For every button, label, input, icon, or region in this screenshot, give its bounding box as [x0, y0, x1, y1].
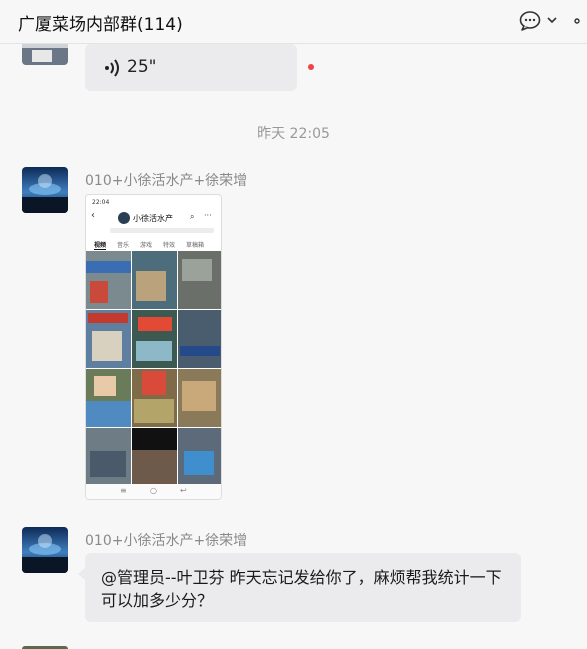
- more-dots-icon: ···: [204, 211, 212, 220]
- sender-name: 010+小徐活水产+徐荣增: [85, 173, 248, 189]
- voice-wave-icon: [105, 59, 119, 77]
- bubble-tail: [78, 568, 85, 580]
- chat-header: 广厦菜场内部群(114): [0, 0, 587, 44]
- message-timestamp: 昨天 22:05: [257, 126, 330, 142]
- phone-tab: 游戏: [140, 242, 153, 249]
- phone-tab: 视频: [94, 242, 107, 250]
- chat-title[interactable]: 广厦菜场内部群(114): [18, 10, 183, 35]
- account-name: 小徐活水产: [133, 214, 173, 223]
- phone-tab: 特效: [163, 242, 176, 249]
- phone-search-bar: [110, 228, 214, 233]
- sender-avatar[interactable]: [22, 527, 68, 573]
- chevron-down-icon[interactable]: [546, 15, 558, 25]
- text-message-bubble[interactable]: @管理员--叶卫芬 昨天忘记发给你了，麻烦帮我统计一下可以加多少分？: [85, 553, 521, 622]
- chat-bubble-icon[interactable]: [519, 11, 541, 31]
- phone-tab: 草稿箱: [186, 242, 205, 249]
- phone-status-time: 22:04: [92, 199, 110, 206]
- sender-name: 010+小徐活水产+徐荣增: [85, 533, 248, 549]
- phone-tab: 音乐: [117, 242, 130, 249]
- image-message[interactable]: 22:04 ‹ 小徐活水产 ⌕ ··· 视频 音乐 游戏 特效 草稿箱 ≡ ○ …: [85, 194, 222, 500]
- back-arrow-icon: ↩: [180, 486, 187, 495]
- home-icon: ○: [150, 486, 157, 495]
- more-icon[interactable]: [574, 16, 587, 26]
- back-icon: ‹: [91, 210, 95, 221]
- search-icon: ⌕: [190, 212, 195, 221]
- phone-nav-bar: ≡ ○ ↩: [86, 484, 221, 499]
- menu-icon: ≡: [120, 486, 127, 495]
- voice-duration: 25": [127, 57, 157, 77]
- phone-tabs: 视频 音乐 游戏 特效 草稿箱: [94, 240, 219, 250]
- voice-message-bubble[interactable]: 25": [85, 44, 297, 91]
- account-logo: [118, 212, 130, 224]
- unread-dot: [308, 64, 314, 70]
- video-thumbnail-grid: [86, 251, 221, 484]
- sender-avatar[interactable]: [22, 167, 68, 213]
- message-text: @管理员--叶卫芬 昨天忘记发给你了，麻烦帮我统计一下可以加多少分？: [101, 568, 502, 610]
